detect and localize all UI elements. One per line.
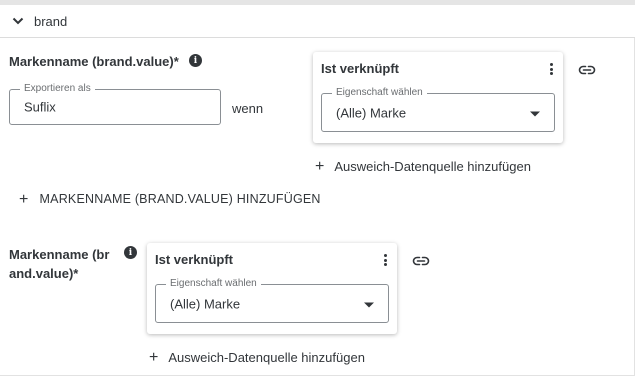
export-as-value: Suflix [24,99,56,115]
export-as-field[interactable]: Exportieren als Suflix [9,83,221,125]
property-select-legend: Eigenschaft wählen [332,87,427,99]
property-select-legend: Eigenschaft wählen [166,278,261,290]
field-label-brand-value: Markenname (brand.value)* [9,54,179,69]
field-label-brand-value-line1: Markenname (br [9,247,110,262]
plus-icon: + [149,349,159,366]
add-fallback-source-label: Ausweich-Datenquelle hinzufügen [168,350,365,365]
property-select[interactable]: Eigenschaft wählen (Alle) Marke [155,278,389,323]
add-brand-value-label: MARKENNAME (BRAND.VALUE) HINZUFÜGEN [39,192,321,206]
export-as-legend: Exportieren als [20,83,95,95]
more-vertical-icon[interactable] [383,254,387,266]
info-icon[interactable]: i [124,246,137,259]
condition-card: Ist verknüpft Eigenschaft wählen (Alle) … [147,243,397,334]
section-title: brand [34,13,68,29]
add-fallback-source-link[interactable]: + Ausweich-Datenquelle hinzufügen [149,349,365,366]
plus-icon: + [19,190,29,208]
property-select[interactable]: Eigenschaft wählen (Alle) Marke [321,87,555,132]
condition-card-title: Ist verknüpft [155,252,234,267]
section-header-brand[interactable]: brand [0,5,635,38]
link-icon[interactable] [412,254,430,266]
field-label-brand-value-line2: and.value)* [9,266,79,281]
add-fallback-source-link[interactable]: + Ausweich-Datenquelle hinzufügen [315,158,531,175]
info-icon[interactable]: i [189,54,202,67]
condition-card: Ist verknüpft Eigenschaft wählen (Alle) … [313,52,563,143]
plus-icon: + [315,158,325,175]
dropdown-arrow-icon[interactable] [364,302,374,307]
property-select-value: (Alle) Marke [336,105,407,120]
condition-word: wenn [232,101,264,116]
add-brand-value-button[interactable]: + MARKENNAME (BRAND.VALUE) HINZUFÜGEN [19,190,321,208]
link-icon[interactable] [578,63,596,75]
property-select-value: (Alle) Marke [170,296,241,311]
condition-card-title: Ist verknüpft [321,61,400,76]
dropdown-arrow-icon[interactable] [530,111,540,116]
more-vertical-icon[interactable] [549,63,553,75]
chevron-down-icon[interactable] [11,14,25,28]
add-fallback-source-label: Ausweich-Datenquelle hinzufügen [334,159,531,174]
